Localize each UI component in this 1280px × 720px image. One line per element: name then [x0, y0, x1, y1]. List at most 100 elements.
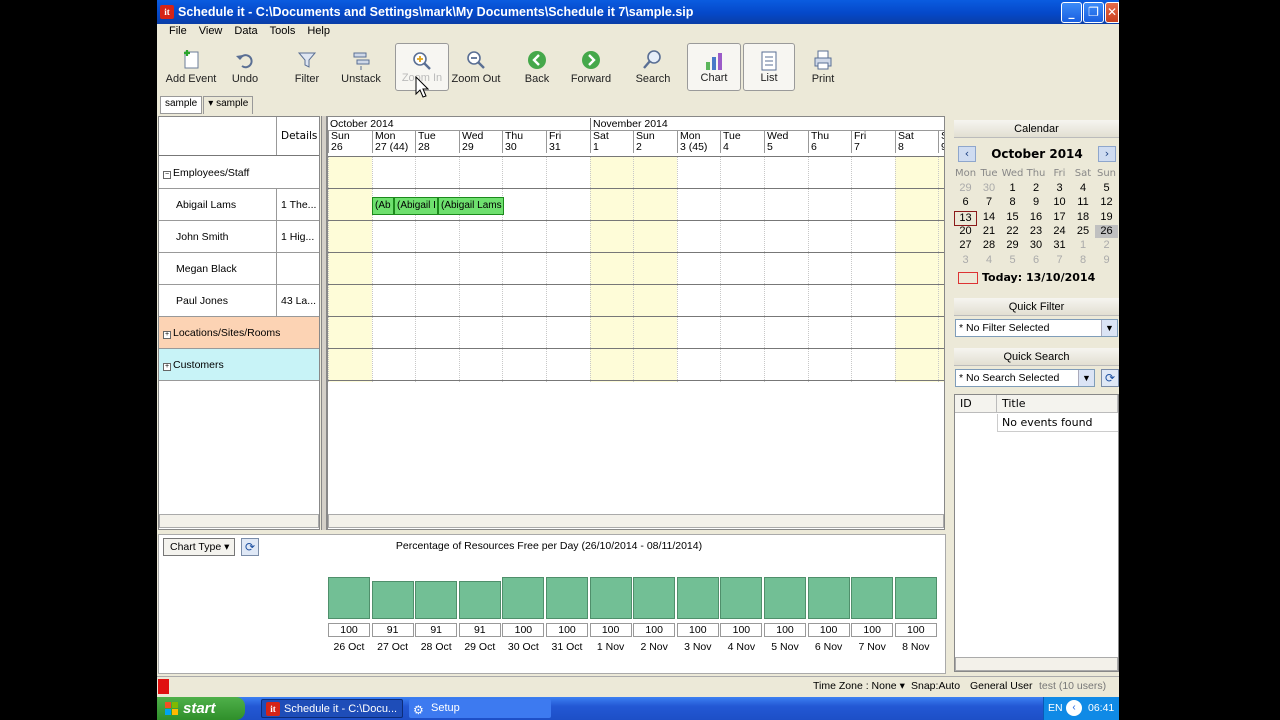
today-link[interactable]: Today: 13/10/2014	[958, 271, 1095, 284]
calendar-day[interactable]: 2	[1025, 182, 1048, 195]
col-id-header[interactable]: ID	[955, 395, 997, 413]
calendar-day[interactable]: 8	[1072, 254, 1095, 267]
event-block[interactable]: (Abigail Lams	[438, 197, 504, 215]
group-customers[interactable]: + Customers	[159, 349, 319, 381]
chart-bar[interactable]	[894, 577, 937, 619]
calendar-day[interactable]: 17	[1048, 211, 1071, 224]
calendar-day[interactable]: 6	[954, 196, 977, 209]
calendar-day[interactable]: 1	[1001, 182, 1024, 195]
calendar-day[interactable]: 23	[1025, 225, 1048, 238]
event-block[interactable]: (Ab	[372, 197, 394, 215]
calendar-day[interactable]: 4	[978, 254, 1001, 267]
snap-status[interactable]: Snap:Auto	[911, 680, 960, 692]
chart-bar[interactable]	[720, 577, 763, 619]
filter-button[interactable]: Filter	[285, 43, 329, 91]
col-title-header[interactable]: Title	[997, 395, 1118, 413]
chart-bar[interactable]	[502, 577, 545, 619]
calendar-day[interactable]: 21	[978, 225, 1001, 238]
expand-icon[interactable]: +	[163, 362, 171, 371]
chart-bar[interactable]	[371, 581, 414, 619]
resource-row-megan[interactable]: Megan Black	[159, 253, 319, 285]
calendar-day[interactable]: 29	[954, 182, 977, 195]
calendar-day[interactable]: 28	[978, 239, 1001, 252]
chart-bar[interactable]	[546, 577, 588, 619]
menu-help[interactable]: Help	[301, 24, 336, 41]
group-locations[interactable]: + Locations/Sites/Rooms	[159, 317, 319, 349]
chart-bar[interactable]	[851, 577, 894, 619]
calendar-day[interactable]: 10	[1048, 196, 1071, 209]
chart-bar[interactable]	[328, 577, 370, 619]
chart-button[interactable]: Chart	[687, 43, 741, 91]
calendar-day[interactable]: 9	[1025, 196, 1048, 209]
chart-bar[interactable]	[764, 577, 806, 619]
calendar-day[interactable]: 3	[1048, 182, 1071, 195]
calendar-day[interactable]: 5	[1095, 182, 1118, 195]
chart-bar[interactable]	[676, 577, 719, 619]
menu-data[interactable]: Data	[228, 24, 263, 41]
collapse-icon[interactable]: −	[163, 170, 171, 179]
calendar-day[interactable]: 9	[1095, 254, 1118, 267]
results-scrollbar[interactable]	[955, 657, 1118, 671]
calendar-day[interactable]: 24	[1048, 225, 1071, 238]
calendar-day[interactable]: 20	[954, 225, 977, 238]
language-indicator[interactable]: EN	[1048, 697, 1063, 720]
calendar-day[interactable]: 13	[954, 210, 977, 226]
calendar-day[interactable]: 7	[1048, 254, 1071, 267]
minimize-button[interactable]: _	[1061, 2, 1082, 23]
language-bar-icon[interactable]: ‹	[1066, 700, 1082, 716]
calendar-day[interactable]: 1	[1072, 239, 1095, 252]
chart-bar[interactable]	[589, 577, 632, 619]
next-month-button[interactable]: ›	[1098, 146, 1116, 162]
print-button[interactable]: Print	[803, 43, 843, 91]
calendar-day[interactable]: 4	[1072, 182, 1095, 195]
quick-filter-select[interactable]: * No Filter Selected ▼	[955, 319, 1118, 337]
resource-scrollbar[interactable]	[159, 514, 319, 528]
calendar-day[interactable]: 2	[1095, 239, 1118, 252]
chart-bar[interactable]	[415, 581, 458, 619]
unstack-button[interactable]: Unstack	[337, 43, 385, 91]
search-button[interactable]: Search	[631, 43, 675, 91]
close-button[interactable]: ✕	[1105, 2, 1119, 23]
timezone-status[interactable]: Time Zone : None ▾	[813, 680, 905, 692]
menu-file[interactable]: File	[163, 24, 193, 41]
prev-month-button[interactable]: ‹	[958, 146, 976, 162]
calendar-day[interactable]: 30	[1025, 239, 1048, 252]
chart-bar[interactable]	[807, 577, 850, 619]
calendar-day[interactable]: 25	[1072, 225, 1095, 238]
calendar-day[interactable]: 3	[954, 254, 977, 267]
quick-search-select[interactable]: * No Search Selected ▼	[955, 369, 1095, 387]
resource-row-paul[interactable]: Paul Jones 43 La...	[159, 285, 319, 317]
chart-bar[interactable]	[633, 577, 676, 619]
group-employees[interactable]: − Employees/Staff	[159, 157, 319, 189]
add-event-button[interactable]: Add Event	[163, 43, 219, 91]
menu-view[interactable]: View	[193, 24, 229, 41]
undo-button[interactable]: Undo	[223, 43, 267, 91]
resource-row-abigail[interactable]: Abigail Lams 1 The...	[159, 189, 319, 221]
calendar-day[interactable]: 26	[1095, 224, 1118, 238]
calendar-day[interactable]: 15	[1001, 211, 1024, 224]
calendar-day[interactable]: 27	[954, 239, 977, 252]
back-button[interactable]: Back	[515, 43, 559, 91]
calendar-day[interactable]: 11	[1072, 196, 1095, 209]
list-button[interactable]: List	[743, 43, 795, 91]
resource-row-john[interactable]: John Smith 1 Hig...	[159, 221, 319, 253]
event-block[interactable]: (Abigail I	[394, 197, 438, 215]
menu-tools[interactable]: Tools	[264, 24, 302, 41]
calendar-day[interactable]: 5	[1001, 254, 1024, 267]
maximize-button[interactable]: ❐	[1083, 2, 1104, 23]
task-schedule-it[interactable]: it Schedule it - C:\Docu...	[261, 699, 403, 718]
expand-icon[interactable]: +	[163, 330, 171, 339]
calendar-day[interactable]: 8	[1001, 196, 1024, 209]
forward-button[interactable]: Forward	[569, 43, 613, 91]
calendar-day[interactable]: 16	[1025, 211, 1048, 224]
calendar-day[interactable]: 14	[978, 211, 1001, 224]
chart-type-dropdown[interactable]: Chart Type ▾	[163, 538, 235, 556]
refresh-chart-button[interactable]: ⟳	[241, 538, 259, 556]
task-setup[interactable]: ⚙ Setup	[409, 699, 551, 718]
title-bar[interactable]: it Schedule it - C:\Documents and Settin…	[157, 0, 1119, 24]
zoom-out-button[interactable]: Zoom Out	[451, 43, 501, 91]
start-button[interactable]: start	[157, 697, 245, 720]
calendar-day[interactable]: 18	[1072, 211, 1095, 224]
chart-bar[interactable]	[458, 581, 501, 619]
tab-sample[interactable]: sample	[160, 96, 203, 114]
